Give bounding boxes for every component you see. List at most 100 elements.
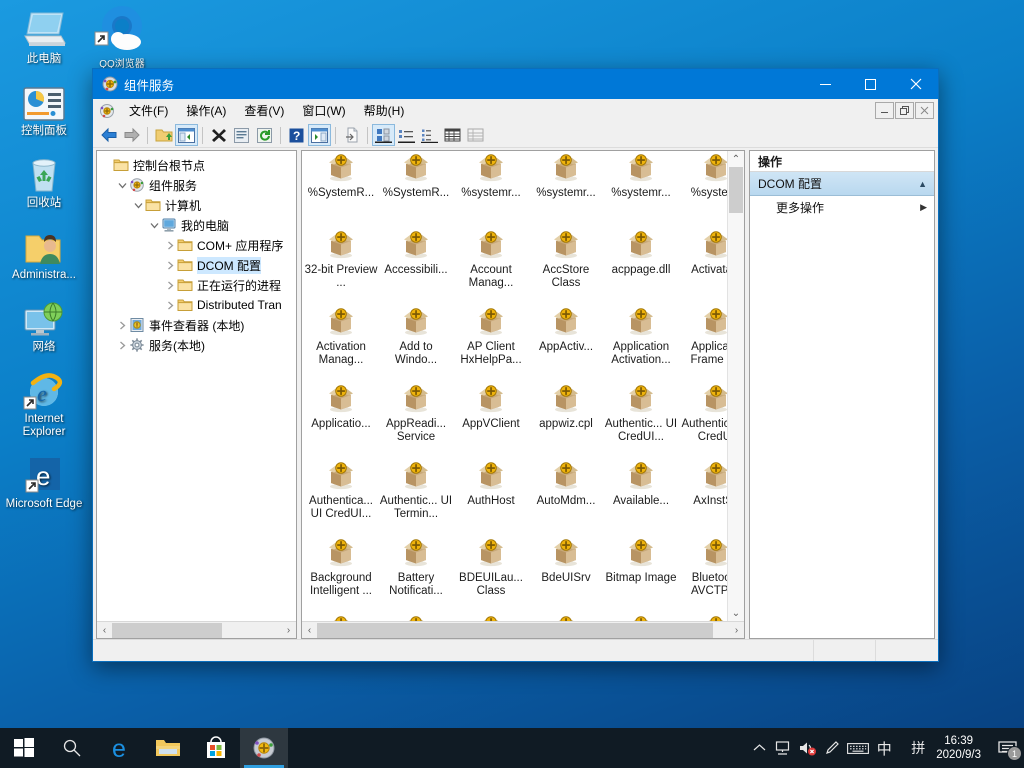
desktop-icon-internet-explorer[interactable]: e Internet Explorer: [0, 366, 88, 439]
action-center-button[interactable]: 1: [990, 728, 1024, 768]
dcom-list-item[interactable]: Add to Windo...: [379, 307, 453, 367]
window-maximize-button[interactable]: [848, 69, 893, 99]
chevron-down-icon[interactable]: [132, 201, 145, 210]
dcom-list-item[interactable]: BdeUISrv: [529, 538, 603, 585]
desktop-icon-control-panel[interactable]: 控制面板: [0, 78, 88, 138]
desktop-icon-qq-browser[interactable]: QQ浏览器: [92, 4, 152, 70]
chevron-right-icon[interactable]: [116, 321, 129, 330]
dcom-list-item[interactable]: Applicatio Frame Ho: [679, 307, 727, 367]
scroll-thumb[interactable]: [317, 623, 713, 638]
action-more-actions[interactable]: 更多操作 ▶: [750, 196, 934, 218]
dcom-list-item[interactable]: Accessibili...: [379, 230, 453, 277]
touch-keyboard-icon[interactable]: [844, 728, 872, 768]
list-horizontal-scrollbar[interactable]: ‹ ›: [302, 621, 744, 638]
dcom-list-item[interactable]: %systemr...: [529, 153, 603, 200]
ime-language-icon[interactable]: 中: [872, 728, 896, 768]
menu-action[interactable]: 操作(A): [177, 99, 235, 122]
list-vertical-scrollbar[interactable]: ⌃ ⌄: [727, 151, 744, 621]
dcom-list-item[interactable]: Application Activation...: [604, 307, 678, 367]
chevron-down-icon[interactable]: [148, 221, 161, 230]
taskbar-component-services-button[interactable]: [240, 728, 288, 768]
chevron-right-icon[interactable]: [116, 341, 129, 350]
dcom-list-item[interactable]: Account Manag...: [454, 230, 528, 290]
chevron-right-icon[interactable]: [164, 261, 177, 270]
dcom-list-item[interactable]: Authentica... UI CredUI...: [304, 461, 378, 521]
taskbar-search-button[interactable]: [48, 728, 96, 768]
chevron-right-icon[interactable]: [164, 301, 177, 310]
details-view-button[interactable]: [441, 124, 464, 146]
scroll-down-arrow[interactable]: ⌄: [728, 605, 744, 621]
network-icon[interactable]: [771, 728, 795, 768]
chevron-right-icon[interactable]: [164, 281, 177, 290]
dcom-list-item[interactable]: [679, 615, 727, 621]
desktop-icon-recycle-bin[interactable]: 回收站: [0, 150, 88, 210]
dcom-list-item[interactable]: Applicatio...: [304, 384, 378, 431]
dcom-list-item[interactable]: Battery Notificati...: [379, 538, 453, 598]
mdi-restore-button[interactable]: [895, 102, 914, 119]
console-tree[interactable]: 控制台根节点组件服务计算机我的电脑COM+ 应用程序DCOM 配置正在运行的进程…: [97, 151, 296, 621]
dcom-list-item[interactable]: %systemr...: [454, 153, 528, 200]
back-button[interactable]: [97, 124, 120, 146]
properties-button[interactable]: [230, 124, 253, 146]
dcom-list-item[interactable]: [529, 615, 603, 621]
desktop-icon-microsoft-edge[interactable]: e Microsoft Edge: [0, 451, 88, 511]
tree-node[interactable]: 控制台根节点: [100, 155, 296, 175]
dcom-list-item[interactable]: Authentic... UI Termin...: [379, 461, 453, 521]
dcom-list-item[interactable]: Authentica UI CredUI: [679, 384, 727, 444]
show-hidden-icons-chevron[interactable]: [747, 728, 771, 768]
window-close-button[interactable]: [893, 69, 938, 99]
scroll-track[interactable]: [112, 623, 281, 638]
dcom-list-item[interactable]: AppActiv...: [529, 307, 603, 354]
mdi-minimize-button[interactable]: [875, 102, 894, 119]
dcom-list-item[interactable]: Authentic... UI CredUI...: [604, 384, 678, 444]
arrange-icons-button[interactable]: [464, 124, 487, 146]
dcom-list-item[interactable]: AuthHost: [454, 461, 528, 508]
chevron-down-icon[interactable]: [116, 181, 129, 190]
dcom-list-item[interactable]: Activatabl: [679, 230, 727, 277]
dcom-list-item[interactable]: 32-bit Preview ...: [304, 230, 378, 290]
tree-node[interactable]: 我的电脑: [100, 215, 296, 235]
up-one-level-button[interactable]: [152, 124, 175, 146]
forward-button[interactable]: [120, 124, 143, 146]
dcom-list-item[interactable]: Bitmap Image: [604, 538, 678, 585]
taskbar-microsoft-edge-button[interactable]: e: [96, 728, 144, 768]
list-view-button[interactable]: [418, 124, 441, 146]
tree-node[interactable]: 计算机: [100, 195, 296, 215]
menu-file[interactable]: 文件(F): [120, 99, 177, 122]
ime-pinyin-icon[interactable]: 拼: [906, 728, 930, 768]
scroll-left-arrow[interactable]: ‹: [97, 623, 112, 638]
pen-ink-icon[interactable]: [820, 728, 844, 768]
tree-node[interactable]: COM+ 应用程序: [100, 235, 296, 255]
tree-node[interactable]: DCOM 配置: [100, 255, 296, 275]
tree-node[interactable]: 正在运行的进程: [100, 275, 296, 295]
taskbar-file-explorer-button[interactable]: [144, 728, 192, 768]
dcom-list-item[interactable]: [379, 615, 453, 621]
scroll-track[interactable]: [728, 167, 744, 605]
dcom-list-item[interactable]: appwiz.cpl: [529, 384, 603, 431]
menu-help[interactable]: 帮助(H): [355, 99, 414, 122]
scroll-up-arrow[interactable]: ⌃: [728, 151, 744, 167]
scroll-left-arrow[interactable]: ‹: [302, 623, 317, 638]
desktop-icon-this-pc[interactable]: 此电脑: [0, 6, 88, 66]
taskbar-microsoft-store-button[interactable]: [192, 728, 240, 768]
tree-node[interactable]: 组件服务: [100, 175, 296, 195]
dcom-list-item[interactable]: Activation Manag...: [304, 307, 378, 367]
actions-group-dcom-config[interactable]: DCOM 配置 ▲: [750, 172, 934, 196]
dcom-list-item[interactable]: [304, 615, 378, 621]
menu-window[interactable]: 窗口(W): [293, 99, 354, 122]
dcom-list-item[interactable]: AxInstSv: [679, 461, 727, 508]
dcom-list-item[interactable]: Available...: [604, 461, 678, 508]
dcom-list-item[interactable]: Bluetooth AVCTP ...: [679, 538, 727, 598]
show-hide-actions-pane-button[interactable]: [308, 124, 331, 146]
tree-node[interactable]: Distributed Tran: [100, 295, 296, 315]
dcom-list-item[interactable]: %systemr...: [604, 153, 678, 200]
dcom-list-item[interactable]: acppage.dll: [604, 230, 678, 277]
small-icons-view-button[interactable]: [395, 124, 418, 146]
desktop-icon-administrator[interactable]: Administra...: [0, 222, 88, 282]
refresh-button[interactable]: [253, 124, 276, 146]
dcom-list-item[interactable]: AccStore Class: [529, 230, 603, 290]
dcom-list-item[interactable]: AutoMdm...: [529, 461, 603, 508]
volume-muted-icon[interactable]: [795, 728, 820, 768]
scroll-right-arrow[interactable]: ›: [729, 623, 744, 638]
dcom-list-item[interactable]: BDEUILau... Class: [454, 538, 528, 598]
